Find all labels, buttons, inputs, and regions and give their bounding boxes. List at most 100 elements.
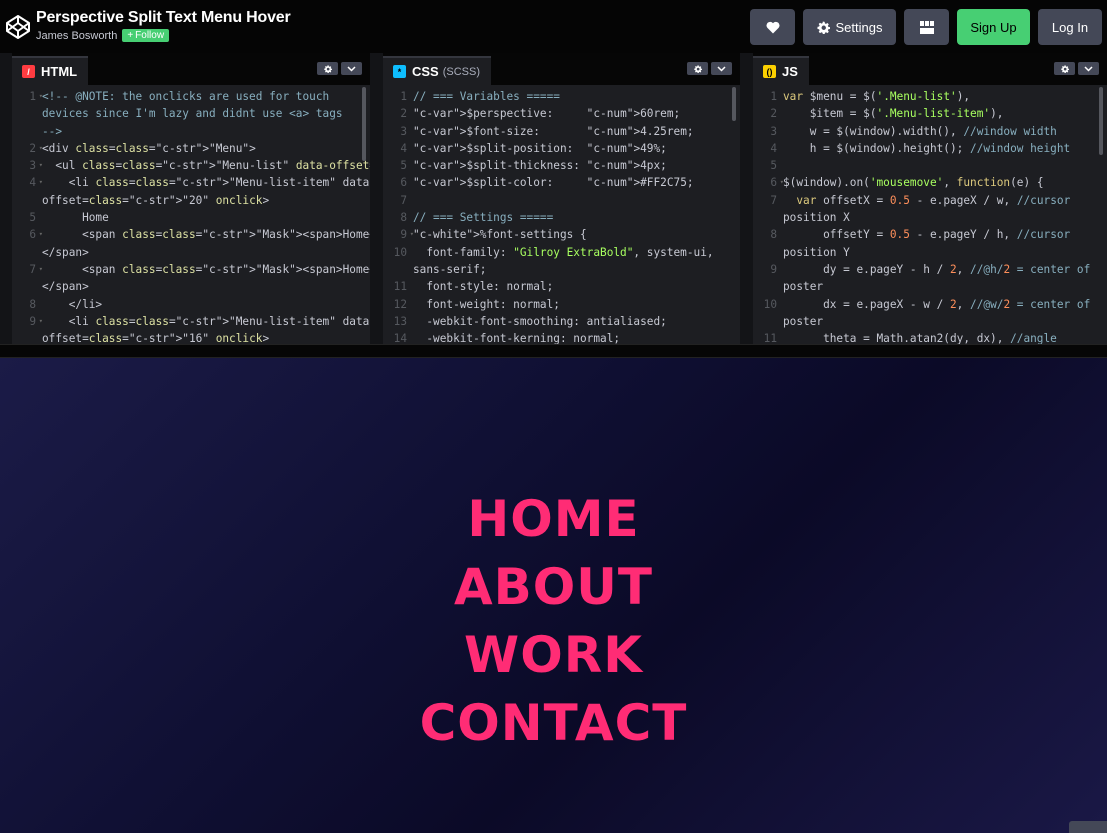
line-number bbox=[753, 244, 783, 261]
chevron-down-icon bbox=[1084, 65, 1093, 72]
css-scrollbar[interactable] bbox=[732, 87, 736, 121]
html-pane-controls bbox=[317, 62, 362, 75]
html-line: --> bbox=[12, 123, 370, 140]
fold-arrow-icon[interactable]: ▾ bbox=[39, 88, 43, 105]
code-text: "c-var">$split-position: "c-num">49%; bbox=[413, 141, 667, 155]
line-number bbox=[12, 105, 42, 122]
html-settings-button[interactable] bbox=[317, 62, 338, 75]
css-preprocessor-label: (SCSS) bbox=[442, 65, 481, 78]
css-tab-label: CSS bbox=[412, 64, 439, 79]
settings-button[interactable]: Settings bbox=[803, 9, 896, 45]
code-text: "c-var">$split-thickness: "c-num">4px; bbox=[413, 159, 667, 173]
code-text: font-style: normal; bbox=[413, 280, 554, 294]
gear-icon bbox=[693, 64, 702, 73]
code-text: offsetY = 0.5 - e.pageY / h, //cursor bbox=[783, 228, 1071, 242]
html-tab[interactable]: / HTML bbox=[12, 56, 89, 85]
js-code-editor[interactable]: 1 var $menu = $('.Menu-list'), 2 $item = $… bbox=[753, 85, 1107, 344]
line-number bbox=[12, 192, 42, 209]
css-code-editor[interactable]: 1 // === Variables ===== 2 "c-var">$perspec… bbox=[383, 85, 740, 344]
menu-item-about[interactable]: ABOUT bbox=[0, 553, 1107, 621]
js-settings-button[interactable] bbox=[1054, 62, 1075, 75]
fold-arrow-icon[interactable]: ▾ bbox=[39, 313, 43, 330]
html-icon: / bbox=[22, 65, 35, 78]
change-view-button[interactable] bbox=[904, 9, 949, 45]
line-number: 2 bbox=[770, 107, 777, 121]
fold-arrow-icon[interactable]: ▾ bbox=[39, 226, 43, 243]
css-editor-pane: * CSS (SCSS) 1 // === Variables ===== 2 "c-… bbox=[383, 53, 740, 344]
line-number: 1 ▾ bbox=[12, 88, 43, 105]
result-preview: HOME ABOUT WORK CONTACT bbox=[0, 358, 1107, 833]
follow-button[interactable]: + Follow bbox=[122, 29, 170, 42]
code-text: // === Settings ===== bbox=[413, 211, 554, 225]
code-text: Home bbox=[42, 211, 109, 225]
preview-resize-handle[interactable] bbox=[0, 344, 1107, 358]
code-text: h = $(window).height(); //window height bbox=[783, 141, 1071, 155]
author-row: James Bosworth + Follow bbox=[36, 29, 291, 42]
js-scrollbar[interactable] bbox=[1099, 87, 1103, 155]
fold-arrow-icon[interactable]: ▾ bbox=[39, 140, 43, 157]
html-code-editor[interactable]: 1 ▾ <!-- @NOTE: the onclicks are used for … bbox=[12, 85, 370, 344]
css-tab[interactable]: * CSS (SCSS) bbox=[383, 56, 492, 85]
code-text: <!-- @NOTE: the onclicks are used for to… bbox=[42, 90, 330, 103]
code-text: devices since I'm lazy and didnt use <a>… bbox=[42, 107, 343, 121]
css-settings-button[interactable] bbox=[687, 62, 708, 75]
html-scrollbar[interactable] bbox=[362, 87, 366, 161]
fold-arrow-icon[interactable]: ▾ bbox=[39, 261, 43, 278]
line-number: 6 bbox=[400, 176, 407, 190]
code-text: sans-serif; bbox=[413, 262, 487, 276]
code-text: <span class=class="c-str">"Mask"><span>H… bbox=[42, 262, 370, 276]
js-tab-label: JS bbox=[782, 64, 798, 79]
love-button[interactable] bbox=[750, 9, 795, 45]
js-line: 10 dx = e.pageX - w / 2, //@w/2 = center… bbox=[753, 296, 1107, 313]
line-number: 13 bbox=[393, 314, 407, 328]
codepen-logo-icon[interactable] bbox=[5, 14, 31, 40]
pen-title: Perspective Split Text Menu Hover bbox=[36, 9, 291, 26]
line-number: 1 bbox=[400, 90, 407, 103]
log-in-button[interactable]: Log In bbox=[1038, 9, 1102, 45]
js-collapse-button[interactable] bbox=[1078, 62, 1099, 75]
line-number: 4 bbox=[770, 141, 777, 155]
code-text: <li class=class="c-str">"Menu-list-item"… bbox=[42, 176, 370, 190]
css-line: 3 "c-var">$font-size: "c-num">4.25rem; bbox=[383, 123, 740, 140]
js-line: poster bbox=[753, 278, 1107, 295]
author-link[interactable]: James Bosworth bbox=[36, 30, 117, 42]
html-collapse-button[interactable] bbox=[341, 62, 362, 75]
code-text: var $menu = $('.Menu-list'), bbox=[783, 90, 971, 103]
line-number: 5 bbox=[29, 211, 36, 225]
js-line: 3 w = $(window).width(), //window width bbox=[753, 123, 1107, 140]
console-toggle[interactable] bbox=[1069, 821, 1107, 833]
js-tab[interactable]: () JS bbox=[753, 56, 809, 85]
code-text: position X bbox=[783, 211, 850, 225]
html-line: offset=class="c-str">"20" onclick> bbox=[12, 192, 370, 209]
html-line: 2 ▾ <div class=class="c-str">"Menu"> bbox=[12, 140, 370, 157]
fold-arrow-icon[interactable]: ▾ bbox=[780, 174, 784, 191]
css-line: 4 "c-var">$split-position: "c-num">49%; bbox=[383, 140, 740, 157]
html-line: </span> bbox=[12, 244, 370, 261]
css-line: 8 // === Settings ===== bbox=[383, 209, 740, 226]
line-number bbox=[12, 330, 42, 344]
fold-arrow-icon[interactable]: ▾ bbox=[39, 174, 43, 191]
css-line: sans-serif; bbox=[383, 261, 740, 278]
fold-arrow-icon[interactable]: ▾ bbox=[410, 226, 414, 243]
css-line: 11 font-style: normal; bbox=[383, 278, 740, 295]
fold-arrow-icon[interactable]: ▾ bbox=[39, 157, 43, 174]
js-line: poster bbox=[753, 313, 1107, 330]
code-text: // === Variables ===== bbox=[413, 90, 560, 103]
line-number: 8 bbox=[29, 297, 36, 311]
sign-up-button[interactable]: Sign Up bbox=[957, 9, 1030, 45]
menu-item-home[interactable]: HOME bbox=[0, 485, 1107, 553]
menu-item-work[interactable]: WORK bbox=[0, 621, 1107, 689]
css-collapse-button[interactable] bbox=[711, 62, 732, 75]
pen-title-block: Perspective Split Text Menu Hover James … bbox=[36, 9, 291, 42]
menu-item-contact[interactable]: CONTACT bbox=[0, 689, 1107, 757]
line-number: 7 ▾ bbox=[12, 261, 43, 278]
line-number: 11 bbox=[393, 280, 407, 294]
code-text: "c-white">%font-settings { bbox=[413, 228, 587, 242]
css-pane-header: * CSS (SCSS) bbox=[383, 53, 740, 85]
code-text: w = $(window).width(), //window width bbox=[783, 124, 1057, 138]
top-header: Perspective Split Text Menu Hover James … bbox=[0, 0, 1107, 53]
code-text: "c-var">$perspective: "c-num">60rem; bbox=[413, 107, 681, 121]
code-text: </span> bbox=[42, 280, 89, 294]
line-number: 14 bbox=[393, 332, 407, 344]
